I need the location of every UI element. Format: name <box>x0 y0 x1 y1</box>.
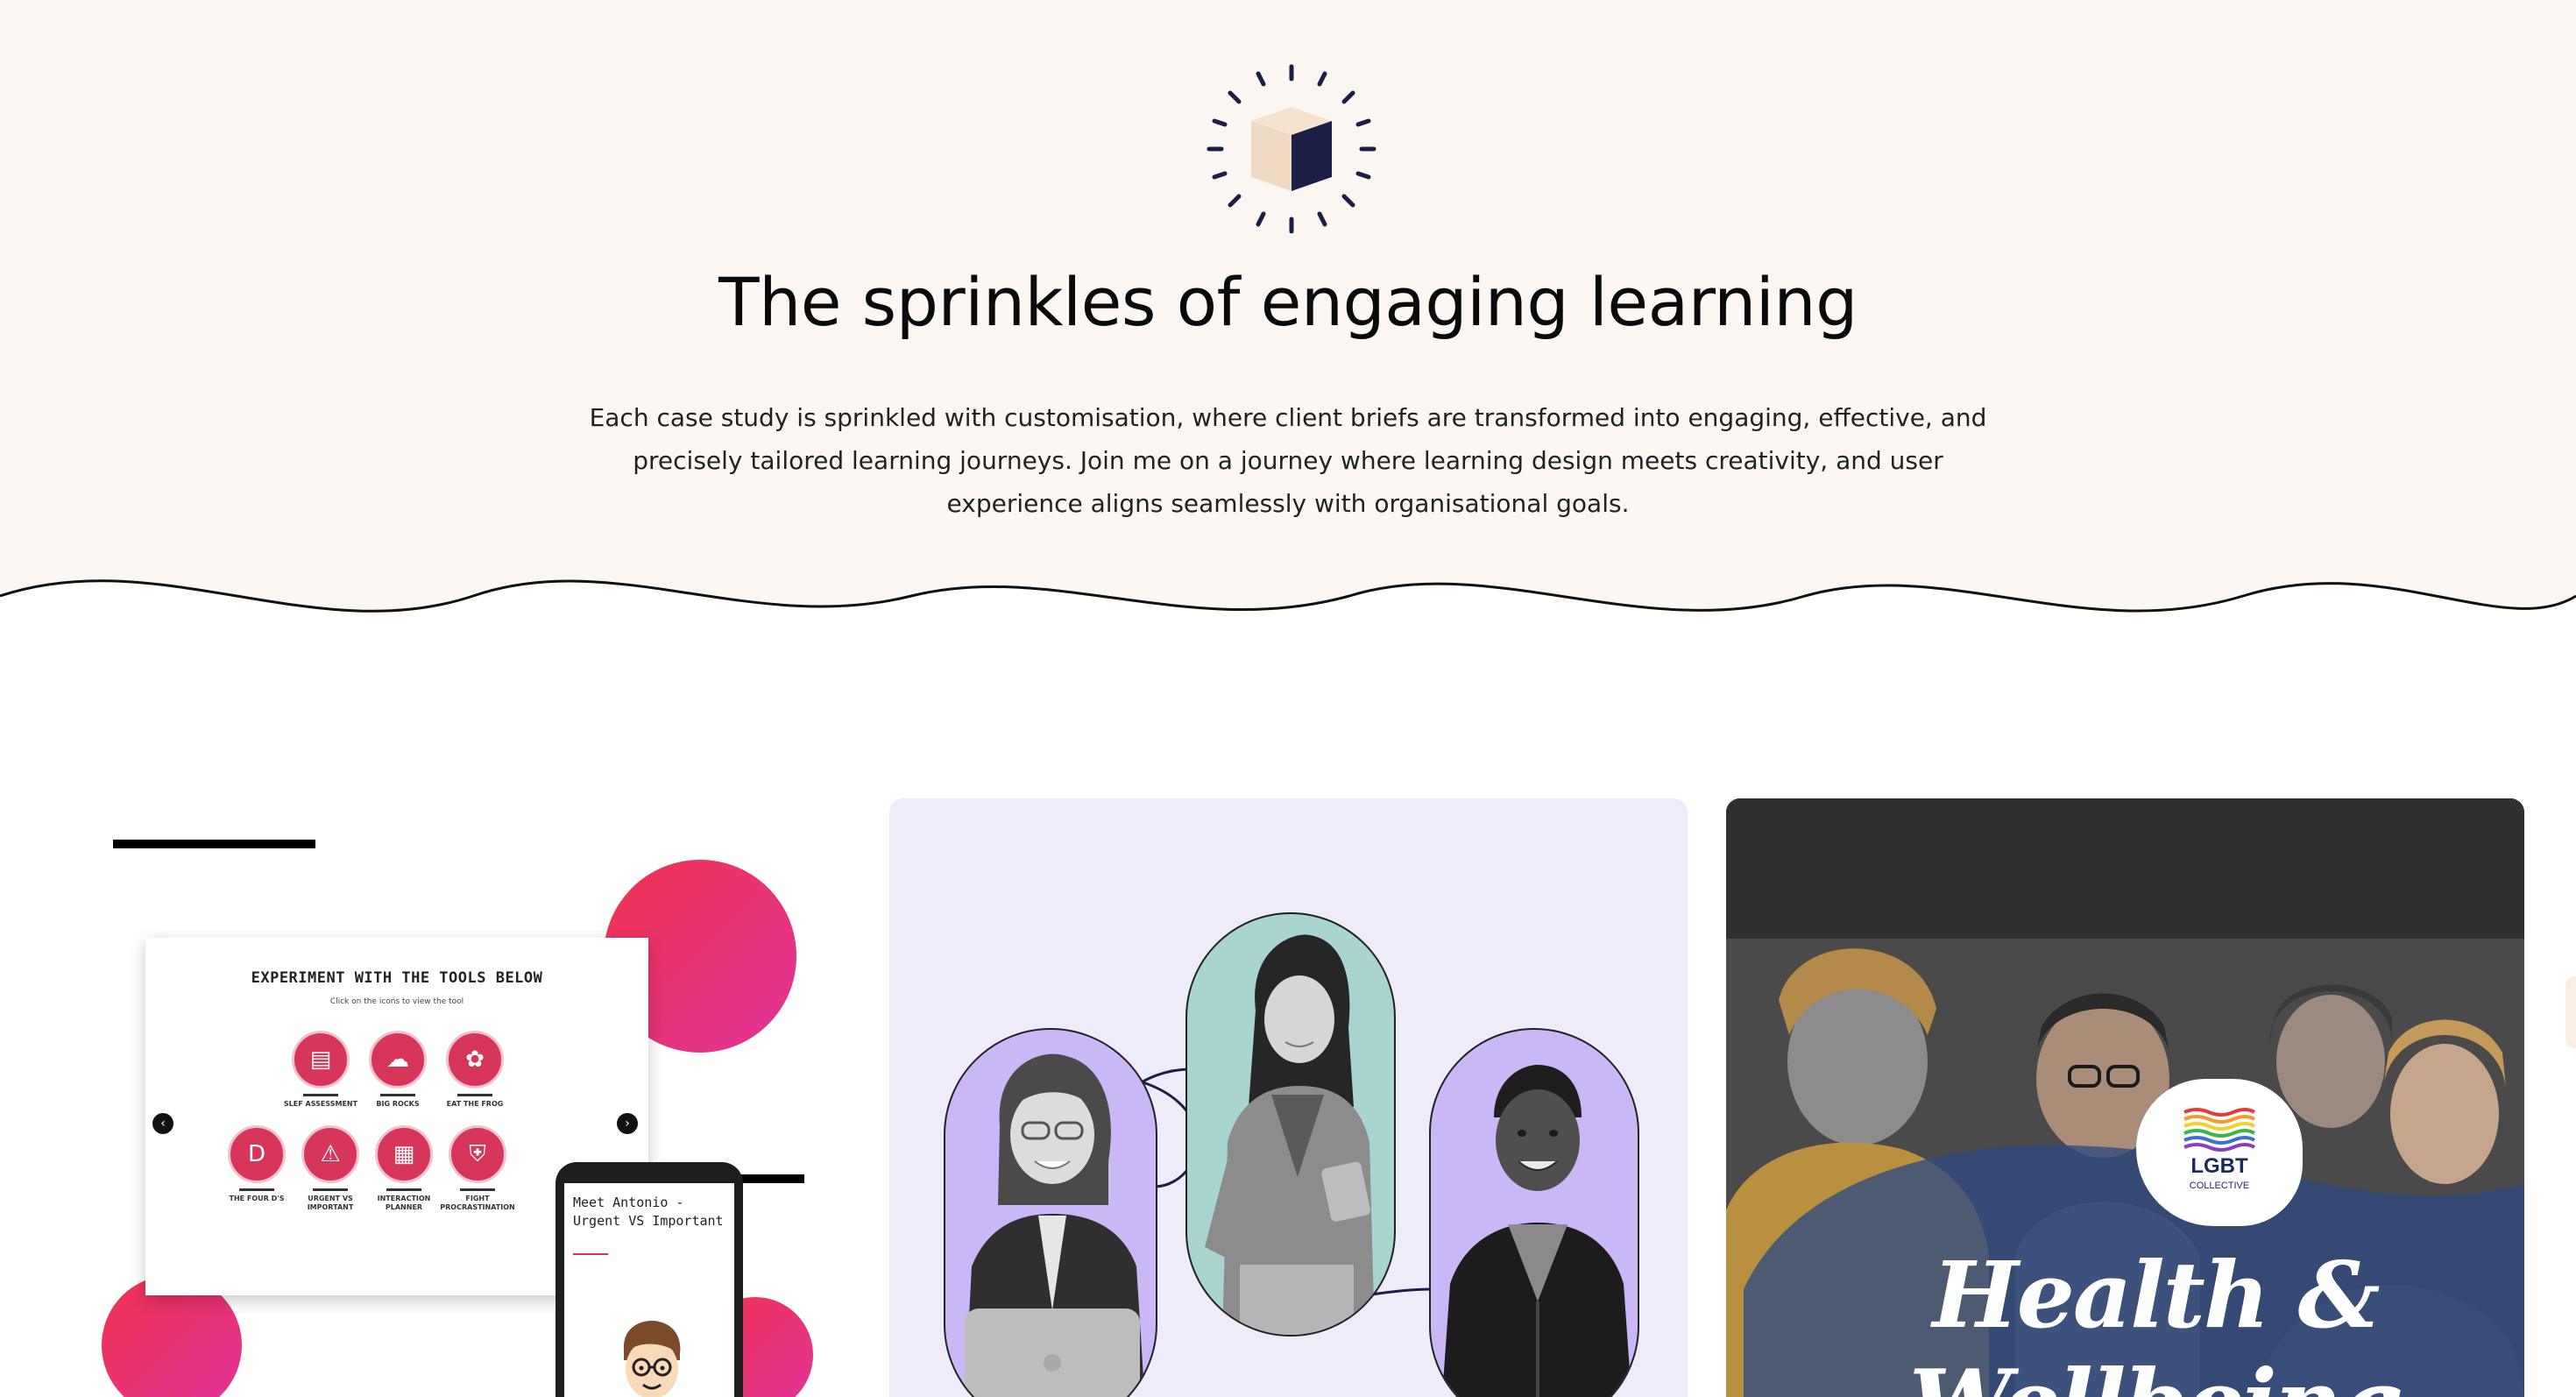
portrait-pill <box>944 1028 1157 1397</box>
next-arrow-icon[interactable]: › <box>617 1113 638 1134</box>
wave-divider <box>0 579 2576 649</box>
phone-screen-title: Meet Antonio - Urgent VS Important <box>573 1195 724 1229</box>
portrait-pill <box>1429 1028 1639 1397</box>
tool-self-assessment[interactable]: ▤ SLEF ASSESSMENT <box>281 1031 360 1109</box>
tool-label: SLEF ASSESSMENT <box>283 1100 358 1108</box>
phone-mockup: Meet Antonio - Urgent VS Important <box>556 1162 743 1397</box>
decorative-rule <box>736 1174 804 1183</box>
decorative-rule <box>113 840 315 848</box>
wellbeing-headline: Health & Wellbeing <box>1909 1241 2403 1397</box>
sprinkle-cube-logo <box>1207 64 1376 234</box>
page-title: The sprinkles of engaging learning <box>718 263 1858 341</box>
tool-label: EAT THE FROG <box>446 1100 504 1108</box>
phone-divider <box>573 1253 608 1255</box>
prev-arrow-icon[interactable]: ‹ <box>152 1113 173 1134</box>
badge-subtitle: COLLECTIVE <box>2189 1181 2250 1191</box>
cartoon-character <box>623 1321 681 1397</box>
case-study-card-wellbeing[interactable]: LGBT COLLECTIVE Health & Wellbeing <box>1726 798 2524 1397</box>
letter-d-icon: D <box>228 1125 286 1183</box>
intro-paragraph: Each case study is sprinkled with custom… <box>589 403 1987 518</box>
checklist-icon: ▤ <box>292 1031 350 1089</box>
alarm-icon: ⚠ <box>301 1125 359 1183</box>
tool-label: BIG ROCKS <box>376 1100 420 1108</box>
tool-label: FIGHT PROCRASTINATION <box>440 1195 515 1211</box>
side-feedback-tab[interactable] <box>2565 976 2576 1048</box>
phone-screen: Meet Antonio - Urgent VS Important <box>564 1183 734 1397</box>
portrait-pill <box>1185 912 1396 1337</box>
slide-title: EXPERIMENT WITH THE TOOLS BELOW <box>251 969 543 987</box>
person-photo <box>965 1053 1145 1397</box>
person-photo <box>1441 1065 1632 1397</box>
tool-interaction-planner[interactable]: ▦ INTERACTION PLANNER <box>364 1125 443 1212</box>
badge-title: LGBT <box>2190 1154 2248 1178</box>
person-photo <box>1205 934 1375 1335</box>
rocks-icon: ☁ <box>369 1031 427 1089</box>
tool-urgent-vs-important[interactable]: ⚠ URGENT VS IMPORTANT <box>291 1125 370 1212</box>
lgbt-collective-badge: LGBT COLLECTIVE <box>2136 1079 2303 1226</box>
tool-big-rocks[interactable]: ☁ BIG ROCKS <box>358 1031 437 1109</box>
tool-label: THE FOUR D'S <box>229 1195 285 1202</box>
tool-label: INTERACTION PLANNER <box>377 1195 431 1211</box>
slide-subtitle: Click on the icons to view the tool <box>329 997 464 1006</box>
rainbow-icon <box>2183 1108 2256 1152</box>
case-study-card-team[interactable] <box>889 798 1688 1397</box>
tool-four-ds[interactable]: D THE FOUR D'S <box>217 1125 296 1203</box>
frog-icon: ✿ <box>446 1031 504 1089</box>
calendar-icon: ▦ <box>375 1125 433 1183</box>
tool-eat-the-frog[interactable]: ✿ EAT THE FROG <box>435 1031 514 1109</box>
shield-icon: ⛨ <box>449 1125 506 1183</box>
tool-fight-procrastination[interactable]: ⛨ FIGHT PROCRASTINATION <box>438 1125 517 1212</box>
tool-label: URGENT VS IMPORTANT <box>307 1195 354 1211</box>
